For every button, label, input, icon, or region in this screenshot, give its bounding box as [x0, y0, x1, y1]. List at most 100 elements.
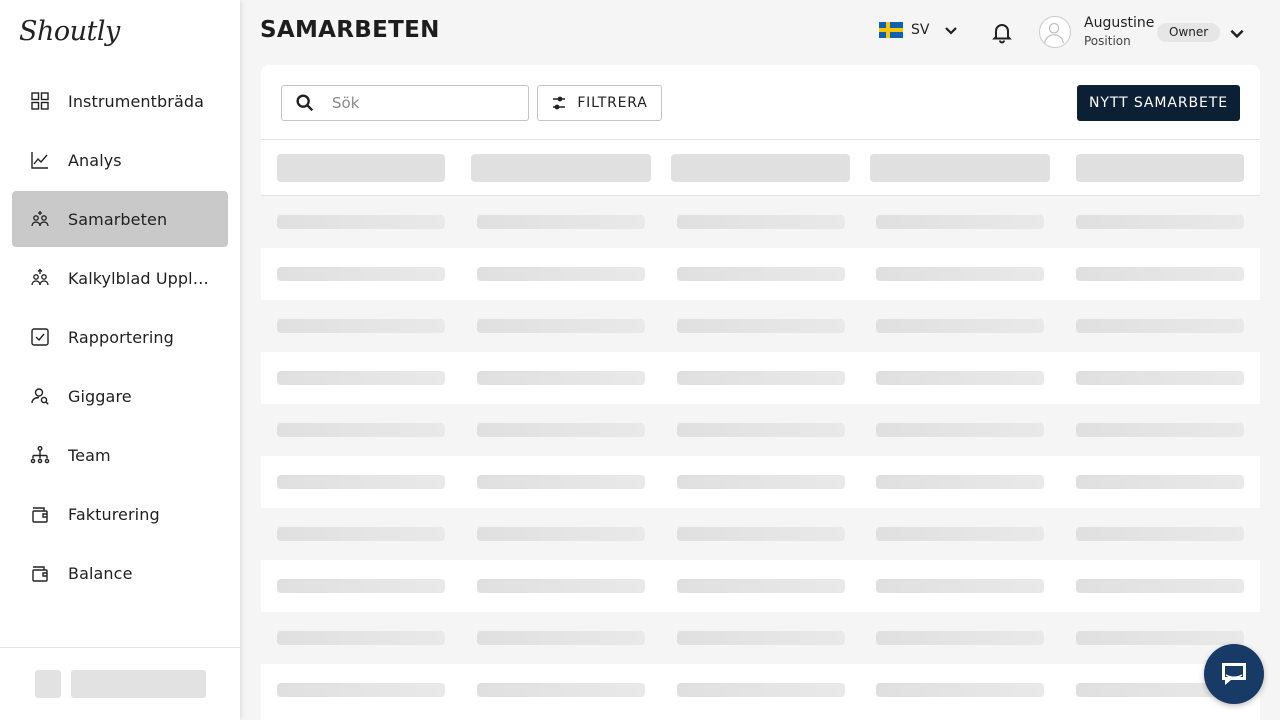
cell-skeleton	[477, 423, 645, 437]
cell-skeleton	[1076, 423, 1244, 437]
cell-skeleton	[1076, 579, 1244, 593]
filter-button-label: FILTRERA	[577, 95, 648, 111]
header-skeleton	[870, 154, 1050, 182]
team-tree-icon	[30, 445, 50, 465]
cell-skeleton	[1076, 319, 1244, 333]
search-icon	[296, 94, 314, 112]
sidebar-item-analys[interactable]: Analys	[12, 132, 228, 188]
sidebar-footer	[0, 647, 240, 720]
sidebar-item-kalkylblad[interactable]: Kalkylblad Uppladdning	[12, 250, 228, 306]
search-input[interactable]	[332, 94, 512, 112]
table-row	[261, 404, 1260, 456]
cell-skeleton	[277, 423, 445, 437]
user-search-icon	[30, 386, 50, 406]
cell-skeleton	[277, 267, 445, 281]
sweden-flag-icon	[879, 22, 903, 38]
filter-sliders-icon	[553, 96, 566, 110]
sidebar-item-label: Balance	[68, 563, 133, 583]
sidebar-item-label: Rapportering	[68, 327, 174, 347]
sidebar: Shoutly Instrumentbräda Analys Samarbete…	[0, 0, 240, 720]
cell-skeleton	[677, 683, 845, 697]
footer-skeleton-avatar	[35, 670, 61, 698]
logo-text: Shoutly	[19, 16, 120, 47]
cell-skeleton	[677, 215, 845, 229]
cell-skeleton	[277, 475, 445, 489]
user-position: Position	[1084, 34, 1131, 48]
user-name: Augustine	[1084, 15, 1155, 31]
cell-skeleton	[477, 319, 645, 333]
cell-skeleton	[477, 631, 645, 645]
collaborations-icon	[30, 209, 50, 229]
table-row	[261, 196, 1260, 248]
cell-skeleton	[277, 579, 445, 593]
cell-skeleton	[477, 683, 645, 697]
sidebar-item-samarbeten[interactable]: Samarbeten	[12, 191, 228, 247]
role-badge: Owner	[1157, 23, 1221, 42]
footer-skeleton-text	[71, 670, 206, 698]
cell-skeleton	[477, 475, 645, 489]
cell-skeleton	[1076, 631, 1244, 645]
sidebar-item-team[interactable]: Team	[12, 427, 228, 483]
new-collaboration-button[interactable]: NYTT SAMARBETE	[1077, 85, 1240, 121]
cell-skeleton	[1076, 475, 1244, 489]
checkbox-icon	[30, 327, 50, 347]
cell-skeleton	[876, 215, 1044, 229]
cell-skeleton	[677, 475, 845, 489]
table-header	[261, 139, 1260, 196]
cell-skeleton	[477, 579, 645, 593]
cell-skeleton	[277, 683, 445, 697]
cell-skeleton	[277, 631, 445, 645]
table-row	[261, 560, 1260, 612]
chat-bubble-icon	[1222, 663, 1246, 685]
cell-skeleton	[876, 579, 1044, 593]
chat-widget-button[interactable]	[1204, 644, 1264, 704]
sidebar-item-label: Analys	[68, 150, 122, 170]
wallet-icon	[30, 504, 50, 524]
cell-skeleton	[876, 267, 1044, 281]
table-body	[261, 196, 1260, 716]
wallet-icon	[30, 563, 50, 583]
table-row	[261, 508, 1260, 560]
header-skeleton	[277, 154, 445, 182]
cell-skeleton	[277, 215, 445, 229]
cell-skeleton	[876, 423, 1044, 437]
sidebar-item-giggare[interactable]: Giggare	[12, 368, 228, 424]
cell-skeleton	[677, 267, 845, 281]
sidebar-item-label: Kalkylblad Uppladdning	[68, 268, 213, 288]
cell-skeleton	[477, 371, 645, 385]
cell-skeleton	[677, 319, 845, 333]
bell-icon[interactable]	[990, 20, 1014, 44]
page-title: SAMARBETEN	[260, 17, 440, 43]
logo[interactable]: Shoutly	[19, 15, 120, 55]
filter-button[interactable]: FILTRERA	[537, 85, 662, 121]
search-box[interactable]	[281, 85, 529, 121]
sidebar-item-label: Giggare	[68, 386, 132, 406]
sidebar-item-fakturering[interactable]: Fakturering	[12, 486, 228, 542]
sidebar-item-balance[interactable]: Balance	[12, 545, 228, 601]
language-selector[interactable]: SV	[879, 22, 959, 38]
cell-skeleton	[677, 527, 845, 541]
table-row	[261, 456, 1260, 508]
sidebar-item-label: Instrumentbräda	[68, 91, 205, 111]
sidebar-nav: Instrumentbräda Analys Samarbeten Kalkyl…	[12, 73, 228, 604]
collaborations-table	[261, 139, 1260, 716]
table-row	[261, 248, 1260, 300]
cell-skeleton	[477, 267, 645, 281]
cell-skeleton	[677, 371, 845, 385]
chevron-down-icon	[945, 27, 958, 35]
line-chart-icon	[30, 150, 50, 170]
sidebar-item-rapportering[interactable]: Rapportering	[12, 309, 228, 365]
cell-skeleton	[876, 631, 1044, 645]
language-code: SV	[911, 22, 930, 38]
cell-skeleton	[677, 579, 845, 593]
chevron-down-icon[interactable]	[1228, 24, 1246, 42]
header-skeleton	[1076, 154, 1244, 182]
cell-skeleton	[876, 475, 1044, 489]
sidebar-item-label: Team	[68, 445, 111, 465]
cell-skeleton	[477, 527, 645, 541]
cell-skeleton	[876, 319, 1044, 333]
cell-skeleton	[277, 527, 445, 541]
sidebar-item-label: Samarbeten	[68, 209, 168, 229]
sidebar-item-instrumentbrada[interactable]: Instrumentbräda	[12, 73, 228, 129]
avatar[interactable]	[1039, 16, 1071, 48]
